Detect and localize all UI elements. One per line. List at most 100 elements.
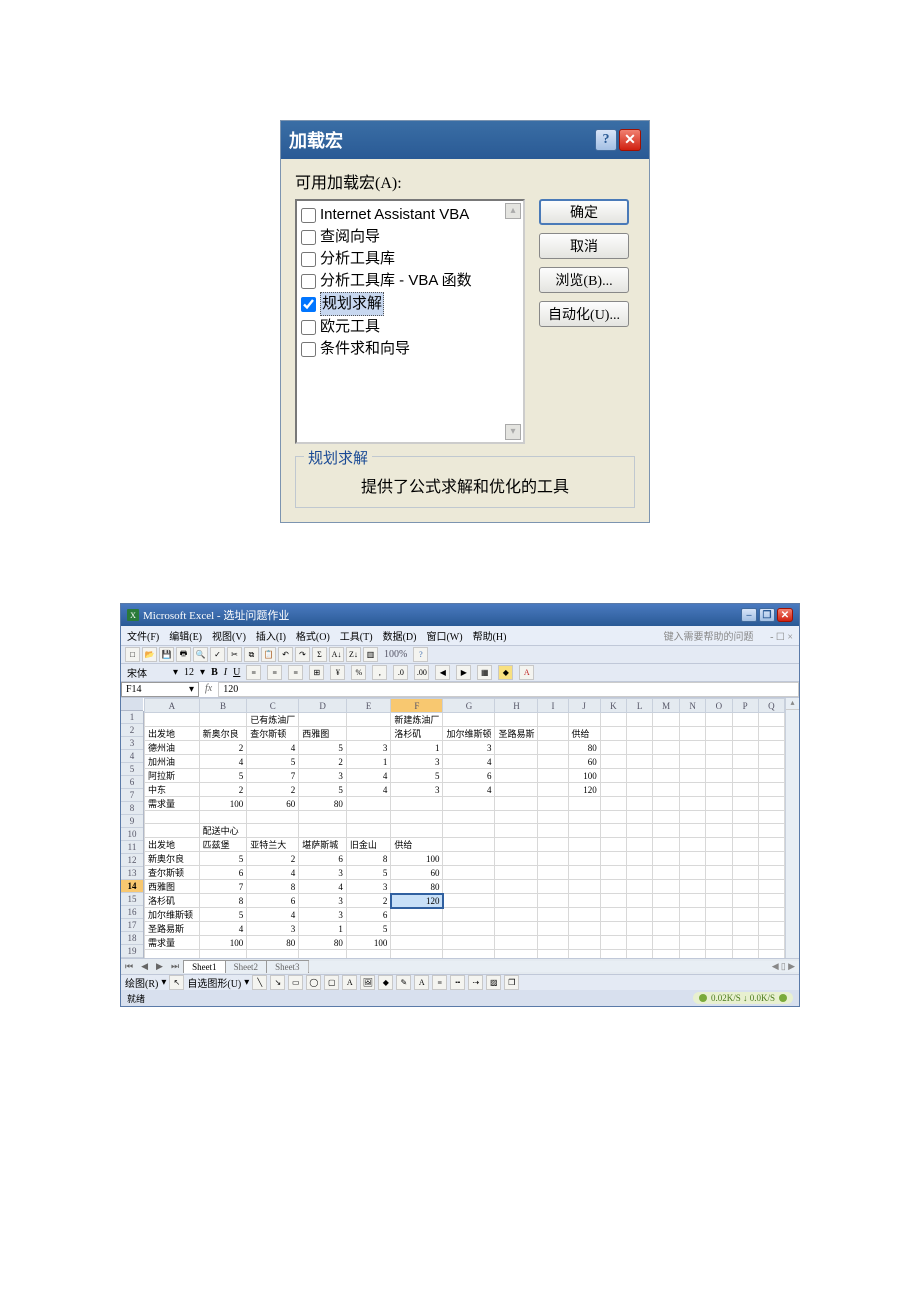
row-header[interactable]: 3	[121, 737, 143, 750]
cell[interactable]	[600, 741, 626, 755]
cell[interactable]	[732, 950, 758, 959]
cell[interactable]	[391, 922, 443, 936]
cell[interactable]: 5	[346, 866, 391, 880]
cell[interactable]	[568, 713, 600, 727]
cell[interactable]	[568, 824, 600, 838]
cell[interactable]	[653, 894, 680, 908]
cut-icon[interactable]: ✂	[227, 647, 242, 662]
row-header[interactable]: 11	[121, 841, 143, 854]
cell[interactable]	[706, 894, 732, 908]
cell[interactable]	[732, 811, 758, 824]
cell[interactable]	[758, 755, 784, 769]
formula-bar[interactable]: 120	[218, 682, 799, 697]
undo-icon[interactable]: ↶	[278, 647, 293, 662]
cell[interactable]	[679, 908, 705, 922]
cell[interactable]	[732, 936, 758, 950]
print-icon[interactable]: 🖶	[176, 647, 191, 662]
cell[interactable]: 出发地	[145, 727, 200, 741]
cell[interactable]: 3	[391, 783, 443, 797]
cell[interactable]: 需求量	[145, 797, 200, 811]
italic-icon[interactable]: I	[224, 667, 227, 678]
cell[interactable]	[679, 755, 705, 769]
cell[interactable]	[679, 838, 705, 852]
cell[interactable]	[600, 922, 626, 936]
addin-checkbox[interactable]	[301, 320, 316, 335]
vertical-scrollbar[interactable]: ▴	[785, 698, 799, 958]
cell[interactable]	[758, 950, 784, 959]
help-button[interactable]: ?	[595, 129, 617, 151]
cell[interactable]	[495, 824, 538, 838]
cell[interactable]: 60	[391, 866, 443, 880]
cell[interactable]	[732, 908, 758, 922]
cell[interactable]	[627, 866, 653, 880]
cell[interactable]	[145, 811, 200, 824]
cell[interactable]	[495, 811, 538, 824]
cell[interactable]	[706, 908, 732, 922]
cell[interactable]: 旧金山	[346, 838, 391, 852]
cell[interactable]: 100	[391, 852, 443, 866]
cell[interactable]	[732, 824, 758, 838]
cell[interactable]: 加尔维斯顿	[443, 727, 495, 741]
cell[interactable]	[706, 811, 732, 824]
column-header[interactable]: Q	[758, 699, 784, 713]
cell[interactable]	[653, 741, 680, 755]
addins-listbox[interactable]: ▴ Internet Assistant VBA查阅向导分析工具库分析工具库 -…	[295, 199, 525, 444]
row-header[interactable]: 7	[121, 789, 143, 802]
row-header[interactable]: 6	[121, 776, 143, 789]
cell[interactable]	[391, 936, 443, 950]
cell[interactable]	[346, 950, 391, 959]
font-color-icon[interactable]: A	[519, 665, 534, 680]
cell[interactable]: 德州油	[145, 741, 200, 755]
cell[interactable]	[679, 797, 705, 811]
align-right-icon[interactable]: ≡	[288, 665, 303, 680]
minimize-button[interactable]: –	[741, 608, 757, 622]
shadow-icon[interactable]: ▨	[486, 975, 501, 990]
cell[interactable]	[346, 811, 391, 824]
window-close-button[interactable]: ✕	[777, 608, 793, 622]
fillcolor2-icon[interactable]: ◆	[378, 975, 393, 990]
cell[interactable]: 2	[346, 894, 391, 908]
cell[interactable]: 已有炼油厂	[247, 713, 299, 727]
addin-item[interactable]: 条件求和向导	[301, 338, 519, 360]
cell[interactable]	[538, 755, 568, 769]
column-header[interactable]: P	[732, 699, 758, 713]
menu-item[interactable]: 插入(I)	[256, 628, 286, 643]
ok-button[interactable]: 确定	[539, 199, 629, 225]
cell[interactable]: 2	[247, 783, 299, 797]
row-header[interactable]: 15	[121, 893, 143, 906]
cell[interactable]: 80	[568, 741, 600, 755]
cell[interactable]	[758, 727, 784, 741]
cell[interactable]	[600, 824, 626, 838]
name-box[interactable]: F14▾	[121, 682, 199, 697]
cell[interactable]	[568, 880, 600, 894]
cell[interactable]	[495, 838, 538, 852]
cell[interactable]: 80	[247, 936, 299, 950]
cell[interactable]	[627, 713, 653, 727]
cell[interactable]	[247, 950, 299, 959]
cell[interactable]	[653, 838, 680, 852]
cell[interactable]	[199, 713, 247, 727]
addin-item[interactable]: 分析工具库 - VBA 函数	[301, 270, 519, 292]
cell[interactable]	[627, 727, 653, 741]
cell[interactable]	[706, 838, 732, 852]
cell[interactable]	[679, 922, 705, 936]
cell[interactable]	[600, 894, 626, 908]
cell[interactable]	[600, 797, 626, 811]
cell[interactable]	[679, 894, 705, 908]
cell[interactable]: 4	[346, 769, 391, 783]
spell-icon[interactable]: ✓	[210, 647, 225, 662]
cell[interactable]	[758, 824, 784, 838]
preview-icon[interactable]: 🔍	[193, 647, 208, 662]
column-header[interactable]: D	[299, 699, 347, 713]
cell[interactable]: 3	[391, 755, 443, 769]
cell[interactable]: 洛杉矶	[145, 894, 200, 908]
align-left-icon[interactable]: ≡	[246, 665, 261, 680]
cell[interactable]	[758, 811, 784, 824]
borders-icon[interactable]: ▦	[477, 665, 492, 680]
cell[interactable]	[679, 727, 705, 741]
cell[interactable]: 4	[247, 741, 299, 755]
cell[interactable]	[443, 950, 495, 959]
cell[interactable]	[145, 824, 200, 838]
cell[interactable]	[627, 741, 653, 755]
cell[interactable]	[443, 811, 495, 824]
